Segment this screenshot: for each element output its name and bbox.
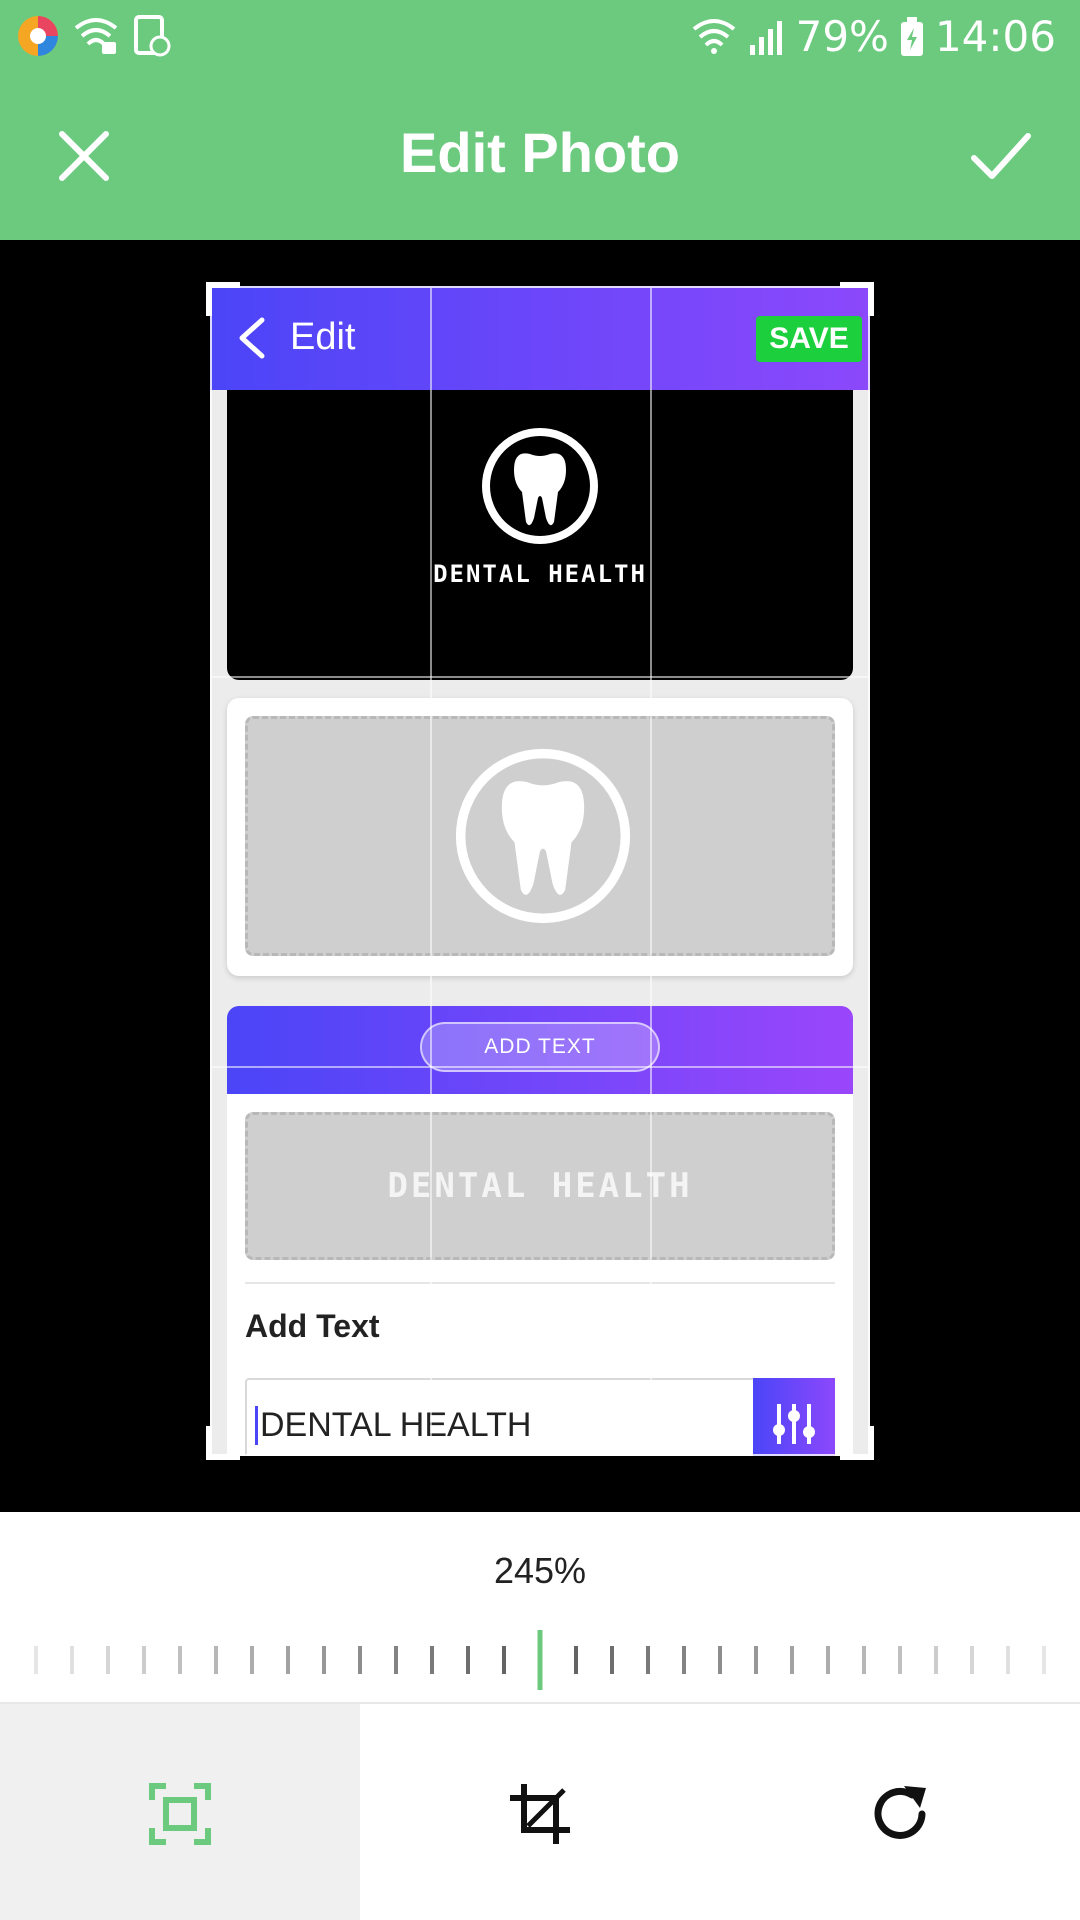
photo-header-bar: Edit SAVE [210, 286, 870, 390]
battery-charging-icon [900, 16, 923, 56]
logo-preview-card: DENTAL HEALTH [227, 390, 853, 680]
app-notification-icon [18, 16, 58, 56]
text-input-value: DENTAL HEALTH [255, 1406, 531, 1445]
aspect-fit-tool-button[interactable] [0, 1704, 360, 1920]
clock: 14:06 [934, 12, 1056, 61]
text-input-field: DENTAL HEALTH [245, 1378, 835, 1456]
photo-save-badge: SAVE [756, 316, 862, 362]
zoom-control: 245% [0, 1512, 1080, 1702]
app-bar: Edit Photo [0, 76, 1080, 240]
status-bar: 79% 14:06 [0, 0, 1080, 76]
divider [245, 1282, 835, 1284]
fit-frame-icon [149, 1783, 211, 1845]
page-title: Edit Photo [400, 121, 680, 184]
add-text-card: ADD TEXT DENTAL HEALTH Add Text DENTAL H… [227, 1006, 853, 1456]
photo-edit-label: Edit [290, 316, 356, 358]
signal-icon [749, 20, 782, 55]
image-canvas[interactable]: Edit SAVE DENTAL HEALTH ADD TEXT DENTAL … [0, 240, 1080, 1512]
crop-tool-button[interactable] [360, 1704, 720, 1920]
back-arrow-icon [239, 317, 265, 359]
add-text-label: Add Text [245, 1308, 380, 1344]
tooth-logo-placeholder-icon [455, 748, 631, 924]
text-preview-area: DENTAL HEALTH [245, 1112, 835, 1260]
tooth-logo-icon [482, 428, 598, 544]
photo-content: Edit SAVE DENTAL HEALTH ADD TEXT DENTAL … [210, 286, 870, 1456]
wifi-icon [692, 18, 735, 54]
add-text-header: ADD TEXT [227, 1006, 853, 1094]
zoom-value: 245% [493, 1550, 587, 1591]
logo-text: DENTAL HEALTH [433, 560, 647, 588]
screen-time-icon [134, 15, 171, 57]
text-settings-button [753, 1378, 835, 1456]
image-placeholder-card [227, 698, 853, 976]
wifi-security-icon [74, 18, 118, 54]
sliders-icon [773, 1404, 815, 1444]
crop-icon [510, 1784, 570, 1844]
confirm-check-icon[interactable] [968, 128, 1034, 184]
zoom-ruler-slider[interactable] [0, 1622, 1080, 1702]
battery-percent: 79% [795, 12, 889, 61]
image-drop-area [245, 716, 835, 956]
rotate-tool-button[interactable] [720, 1704, 1080, 1920]
add-text-button: ADD TEXT [420, 1022, 660, 1072]
rotate-icon [874, 1786, 926, 1839]
bottom-toolbar [0, 1702, 1080, 1920]
